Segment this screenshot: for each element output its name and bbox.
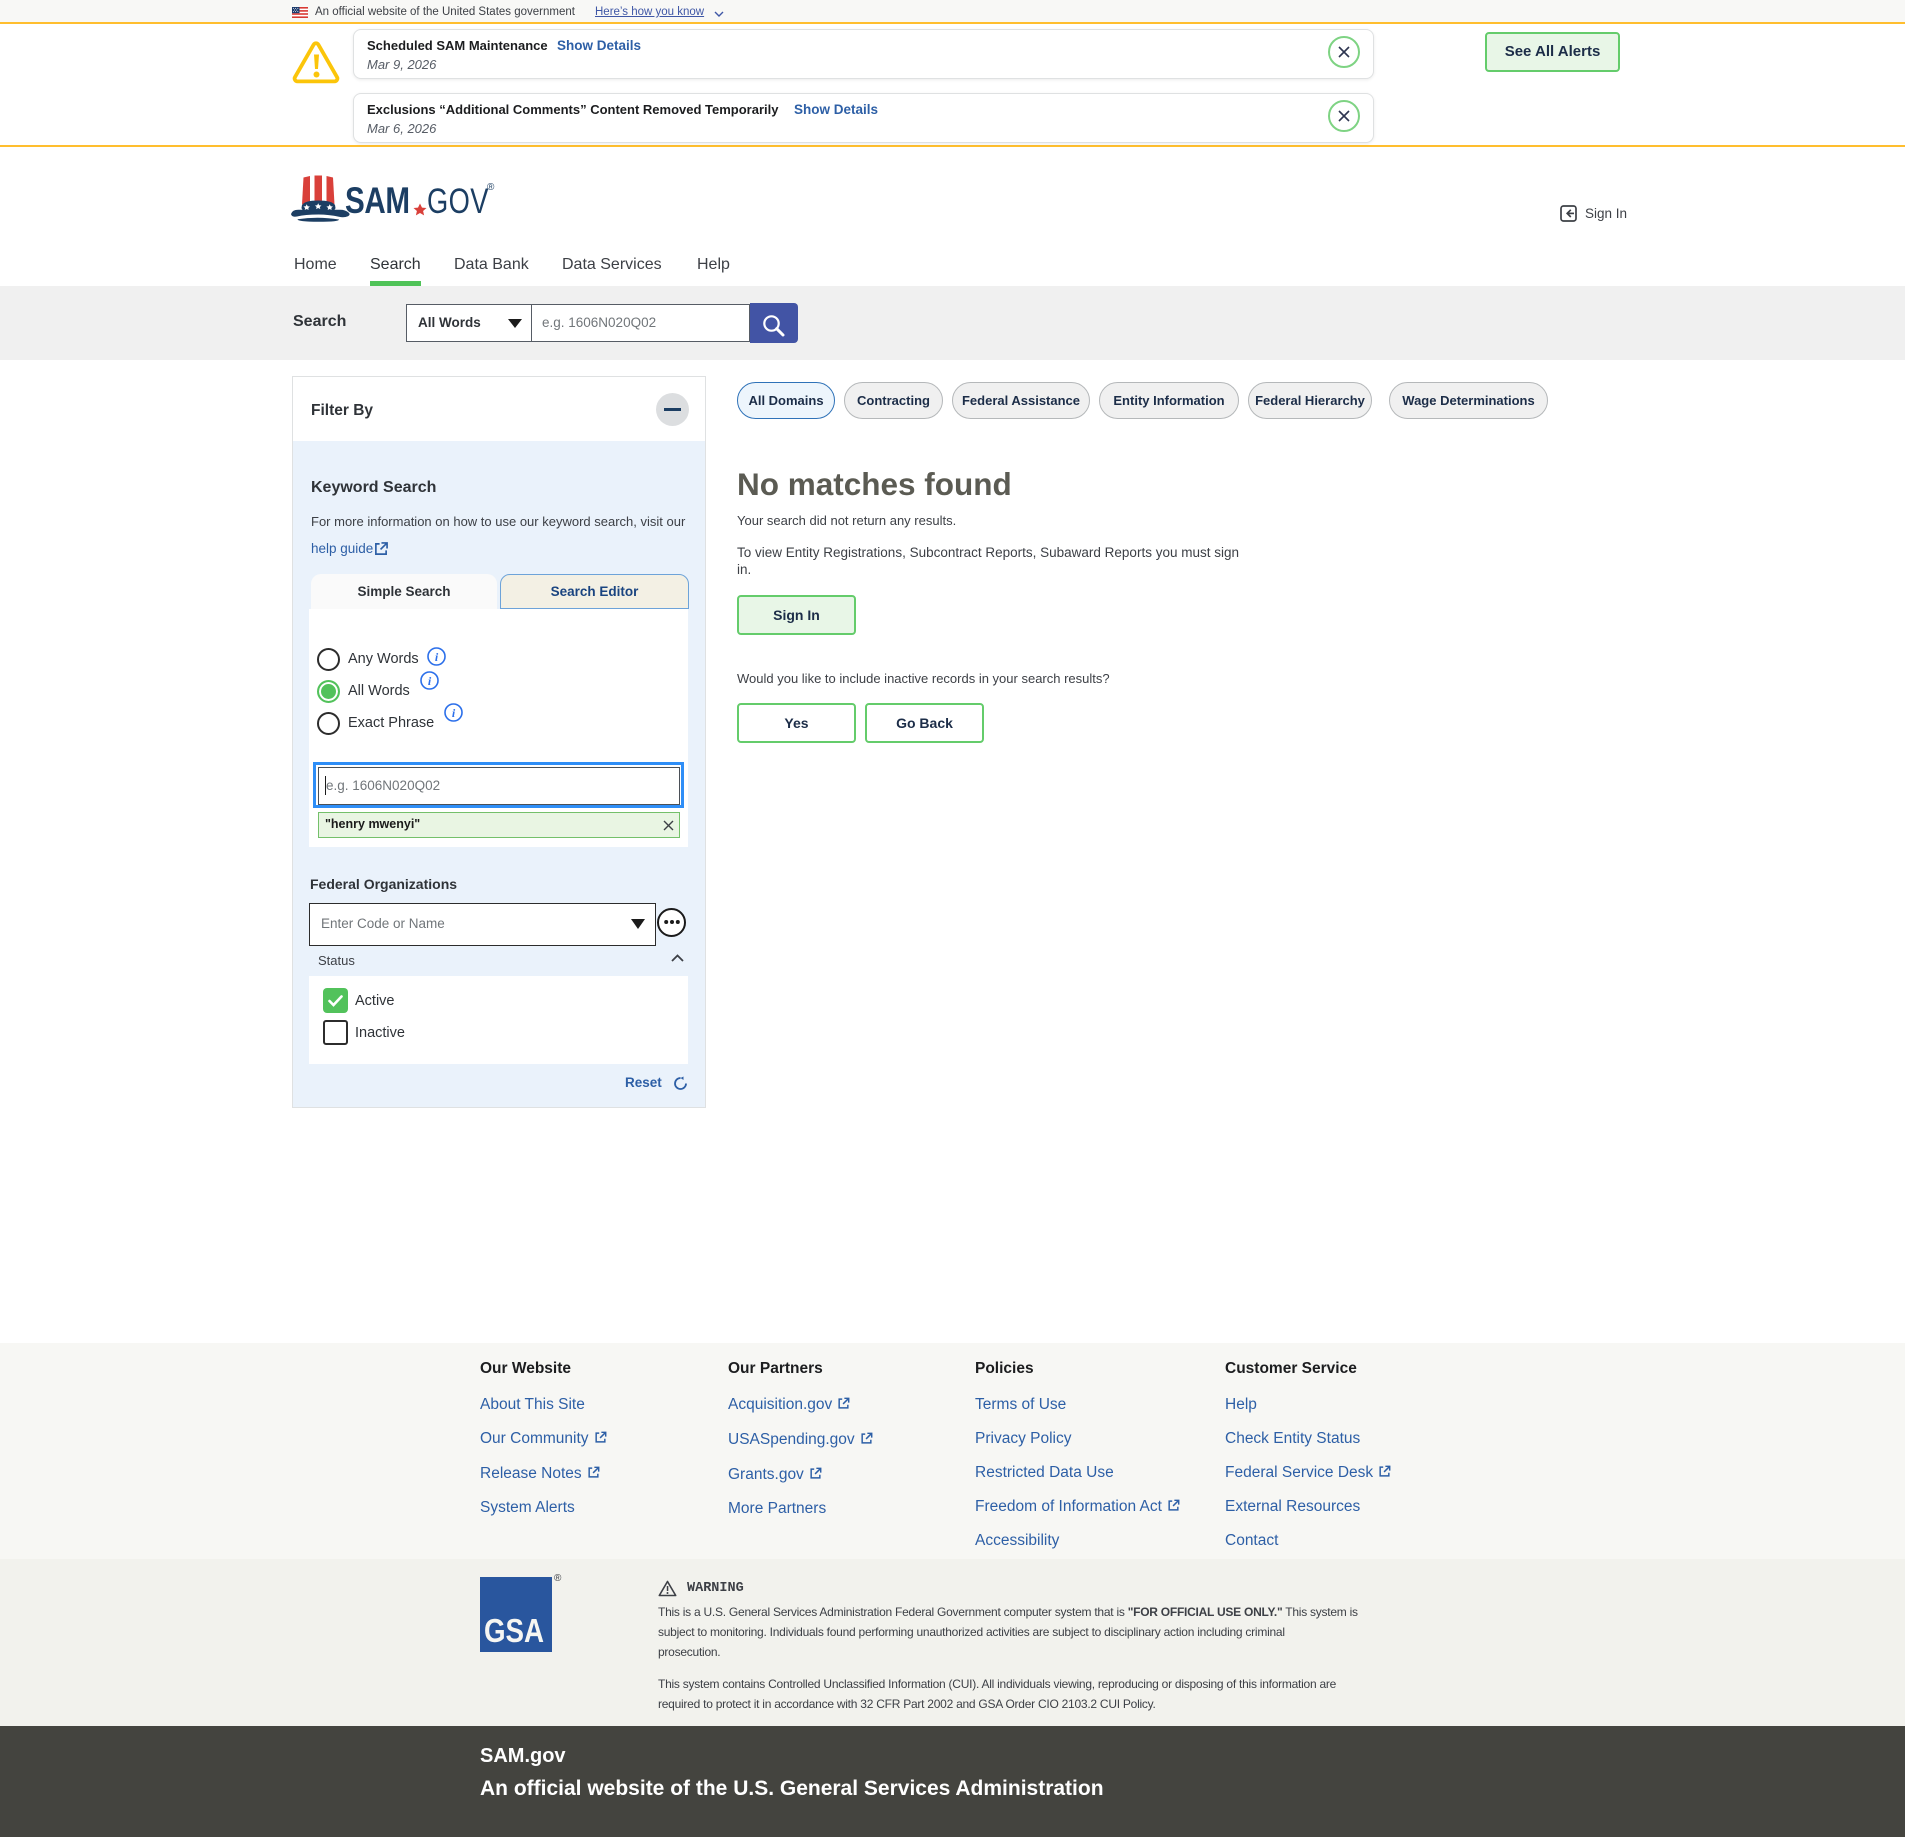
svg-text:i: i (452, 706, 456, 720)
svg-text:®: ® (487, 182, 495, 193)
svg-text:SAM: SAM (345, 181, 410, 222)
svg-text:i: i (435, 650, 439, 664)
svg-text:GOV: GOV (427, 182, 489, 221)
svg-text:i: i (428, 674, 432, 688)
